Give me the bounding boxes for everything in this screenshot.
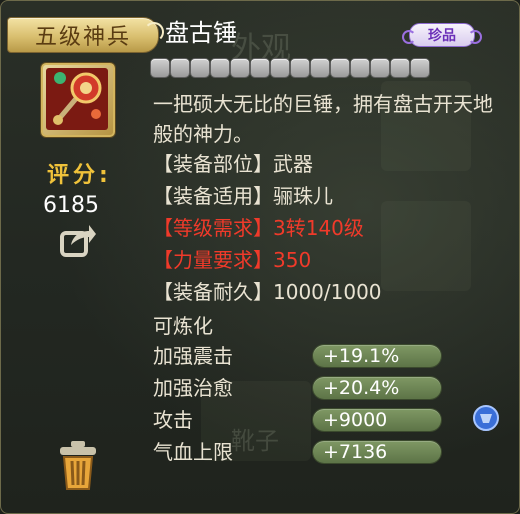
tier-badge: 五级神兵 — [7, 17, 164, 53]
stat-label: 加强治愈 — [153, 376, 233, 400]
hammer-icon — [46, 68, 108, 130]
star-slot — [171, 59, 189, 77]
star-slot — [371, 59, 389, 77]
attr-suitable: 【装备适用】骊珠儿 — [153, 184, 333, 208]
stat-label: 气血上限 — [153, 440, 233, 464]
stat-label: 攻击 — [153, 408, 193, 432]
item-icon-frame[interactable] — [41, 63, 115, 137]
star-slot — [271, 59, 289, 77]
tier-badge-label: 五级神兵 — [34, 25, 131, 50]
star-slot — [231, 59, 249, 77]
attr-durability: 【装备耐久】1000/1000 — [153, 280, 382, 304]
background-slot — [381, 201, 471, 291]
star-slot — [411, 59, 429, 77]
stat-value-bar: +20.4% — [313, 377, 441, 399]
item-name: 盘古锤 — [165, 19, 237, 47]
star-slot — [311, 59, 329, 77]
star-rating — [151, 59, 429, 77]
star-slot — [211, 59, 229, 77]
gem-icon-shape — [473, 405, 499, 431]
trash-icon — [60, 441, 96, 490]
rarity-label: 珍品 — [428, 28, 456, 44]
background-label: 靴子 — [231, 427, 279, 455]
star-slot — [291, 59, 309, 77]
discard-button[interactable] — [57, 439, 99, 493]
score-label: 评分: — [47, 163, 112, 188]
share-icon — [60, 225, 96, 257]
refinable-text: 可炼化 — [153, 314, 213, 338]
attr-strength-req: 【力量要求】350 — [153, 248, 312, 272]
stat-value-bar: +7136 — [313, 441, 441, 463]
star-slot — [331, 59, 349, 77]
gem-icon[interactable] — [473, 405, 499, 431]
star-slot — [151, 59, 169, 77]
star-slot — [351, 59, 369, 77]
stat-label: 加强震击 — [153, 344, 233, 368]
stat-value-bar: +9000 — [313, 409, 441, 431]
star-slot — [191, 59, 209, 77]
share-button[interactable] — [57, 221, 97, 261]
stat-value-bar: +19.1% — [313, 345, 441, 367]
item-description: 一把硕大无比的巨锤，拥有盘古开天地般的神力。 — [153, 92, 493, 146]
star-slot — [391, 59, 409, 77]
item-tooltip: 外观 靴子 五级神兵 盘古锤 珍品 评分: 6185 一把硕大无比的巨锤，拥有盘… — [0, 0, 520, 514]
attr-slot: 【装备部位】武器 — [153, 152, 313, 176]
attr-level-req: 【等级需求】3转140级 — [153, 216, 364, 240]
rarity-badge: 珍品 — [402, 23, 482, 47]
star-slot — [251, 59, 269, 77]
score-value: 6185 — [43, 193, 99, 218]
swirl-decoration — [144, 22, 164, 42]
